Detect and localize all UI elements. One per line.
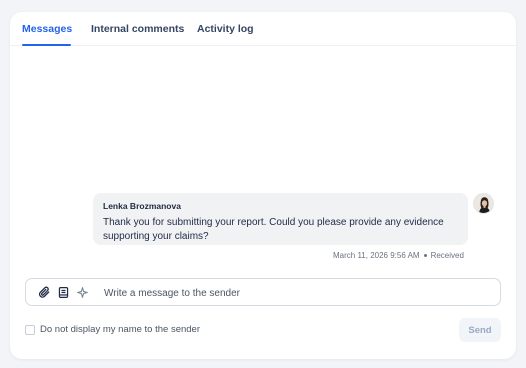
template-icon[interactable] bbox=[57, 286, 70, 299]
avatar bbox=[473, 193, 494, 214]
message-text: Thank you for submitting your report. Co… bbox=[103, 217, 444, 242]
hide-name-checkbox[interactable] bbox=[25, 325, 35, 335]
sparkle-icon[interactable] bbox=[76, 286, 89, 299]
paperclip-icon[interactable] bbox=[38, 286, 51, 299]
message-status: Received bbox=[430, 251, 464, 260]
send-button[interactable]: Send bbox=[459, 318, 501, 342]
message-bubble: Lenka Brozmanova Thank you for submittin… bbox=[93, 193, 468, 245]
hide-name-label[interactable]: Do not display my name to the sender bbox=[40, 324, 200, 335]
active-tab-indicator bbox=[22, 44, 71, 46]
tab-messages[interactable]: Messages bbox=[22, 23, 72, 35]
message-composer bbox=[25, 278, 501, 306]
message-meta: March 11, 2026 9:56 AM Received bbox=[333, 251, 464, 260]
tab-internal-comments[interactable]: Internal comments bbox=[91, 23, 184, 35]
tab-activity-log[interactable]: Activity log bbox=[197, 23, 254, 35]
conversation-panel: Messages Internal comments Activity log … bbox=[10, 12, 516, 359]
separator-dot bbox=[423, 253, 427, 257]
message-sender: Lenka Brozmanova bbox=[103, 201, 181, 211]
message-timestamp: March 11, 2026 9:56 AM bbox=[333, 251, 420, 260]
message-input[interactable] bbox=[104, 284, 484, 302]
tab-bar: Messages Internal comments Activity log bbox=[10, 12, 516, 46]
